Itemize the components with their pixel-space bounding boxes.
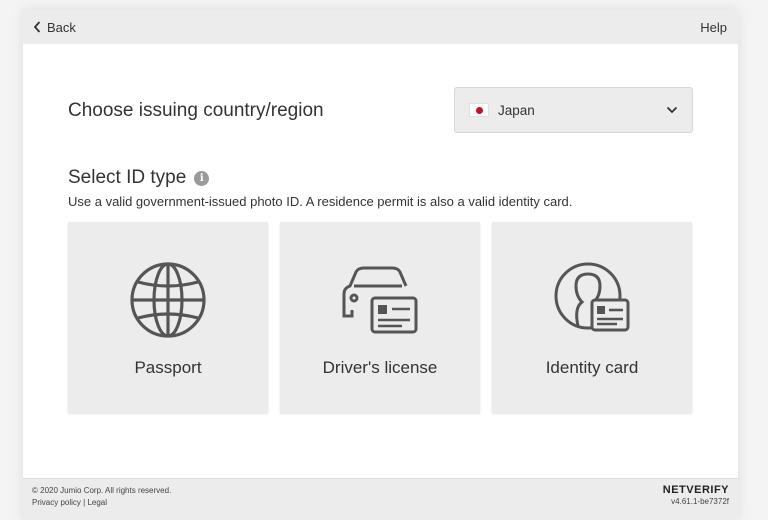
top-bar: Back Help — [23, 10, 738, 44]
id-type-description: Use a valid government-issued photo ID. … — [68, 194, 573, 209]
info-icon[interactable]: i — [194, 170, 210, 186]
country-select[interactable]: Japan — [454, 87, 693, 133]
back-label: Back — [47, 19, 76, 35]
drivers-license-label: Driver's license — [322, 358, 438, 377]
legal-link[interactable]: Legal — [87, 498, 107, 507]
identity-card-label: Identity card — [545, 358, 639, 377]
footer-legal: © 2020 Jumio Corp. All rights reserved. … — [32, 485, 171, 509]
footer: © 2020 Jumio Corp. All rights reserved. … — [23, 478, 738, 520]
brand-logo: NETVERIFY — [662, 484, 729, 496]
footer-links: Privacy policy | Legal — [32, 497, 171, 509]
id-type-title-text: Select ID type — [68, 167, 187, 188]
person-card-icon — [554, 262, 630, 332]
id-type-title: Select ID type i — [68, 167, 210, 189]
globe-icon — [130, 262, 206, 338]
back-button[interactable]: Back — [33, 20, 76, 35]
footer-separator: | — [83, 498, 86, 507]
verification-window: Back Help Choose issuing country/region … — [23, 10, 738, 520]
passport-label: Passport — [134, 358, 202, 377]
help-link[interactable]: Help — [700, 20, 727, 35]
car-license-icon — [342, 266, 418, 334]
version-text: v4.61.1-be7372f — [671, 497, 729, 506]
passport-option[interactable]: Passport — [68, 222, 268, 413]
country-select-value: Japan — [498, 102, 535, 118]
footer-brand: NETVERIFY v4.61.1-be7372f — [663, 484, 729, 506]
identity-card-option[interactable]: Identity card — [492, 222, 692, 413]
chevron-down-icon — [666, 106, 678, 114]
privacy-policy-link[interactable]: Privacy policy — [32, 498, 81, 507]
drivers-license-option[interactable]: Driver's license — [280, 222, 480, 413]
chevron-left-icon — [33, 21, 41, 33]
country-title: Choose issuing country/region — [68, 100, 324, 121]
copyright-text: © 2020 Jumio Corp. All rights reserved. — [32, 486, 172, 495]
flag-japan-icon — [469, 103, 489, 117]
